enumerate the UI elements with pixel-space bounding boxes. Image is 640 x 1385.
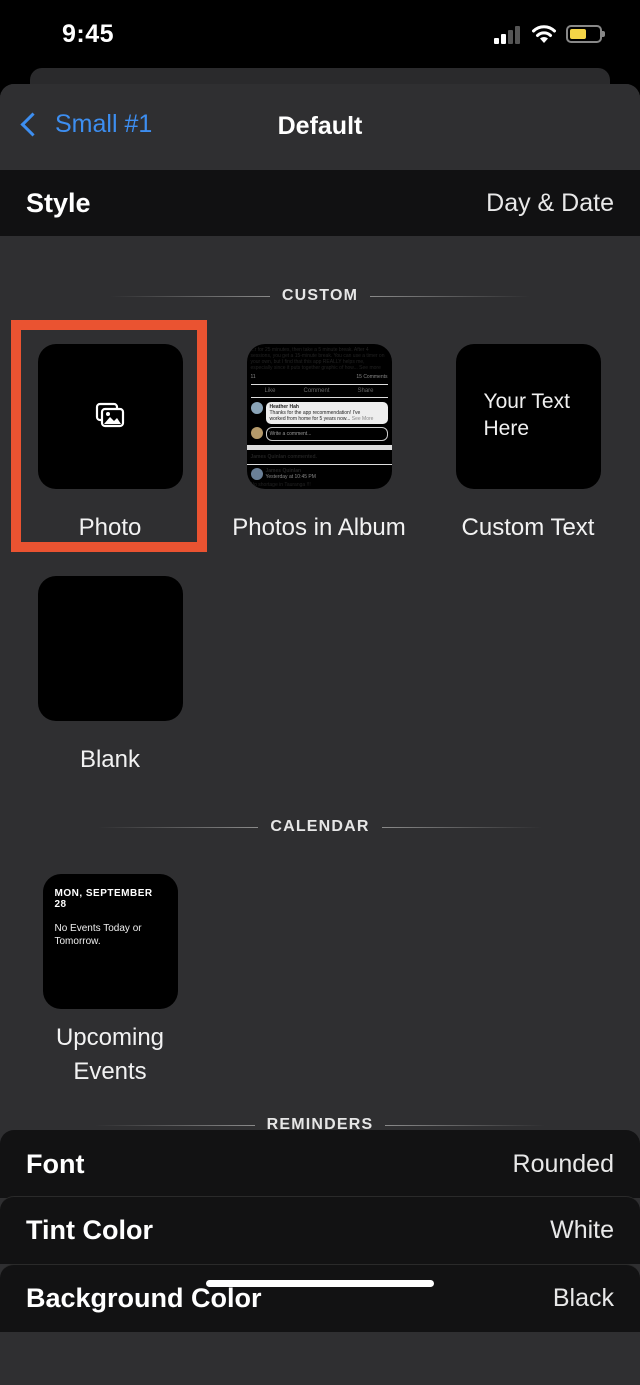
page-title: Default <box>277 112 363 140</box>
background-color-label: Background Color <box>26 1283 262 1313</box>
custom-text-preview: Your Text Here <box>483 390 570 440</box>
tile-label-photos-in-album: Photos in Album <box>232 514 406 541</box>
photo-thumbnail <box>37 344 183 489</box>
tile-blank[interactable]: Blank <box>5 576 215 777</box>
background-color-value: Black <box>552 1284 614 1312</box>
style-row[interactable]: Style Day & Date <box>0 170 640 236</box>
tile-label-photo: Photo <box>78 514 142 541</box>
font-row[interactable]: Font Rounded <box>0 1130 640 1198</box>
tile-label-upcoming-events: Upcoming Events <box>55 1024 165 1085</box>
modal-sheet: Small #1 Default Style Day & Date CUSTOM… <box>0 84 640 1385</box>
home-indicator[interactable] <box>206 1280 434 1287</box>
style-value: Day & Date <box>486 188 614 217</box>
tile-photo[interactable]: Photo <box>5 344 215 545</box>
tile-label-custom-text: Custom Text <box>461 514 595 541</box>
status-bar: 9:45 <box>0 0 640 70</box>
tile-upcoming-events[interactable]: MON, SEPTEMBER 28 No Events Today or Tom… <box>5 874 215 1089</box>
background-color-row[interactable]: Background Color Black <box>0 1264 640 1332</box>
tint-color-label: Tint Color <box>26 1215 153 1245</box>
battery-icon <box>566 25 605 43</box>
status-time: 9:45 <box>62 20 115 48</box>
tile-photos-in-album[interactable]: ...r for 25 minutes, then take a 5 minut… <box>214 344 424 545</box>
navigation-bar: Small #1 Default <box>0 84 640 170</box>
wifi-icon <box>532 25 556 43</box>
font-label: Font <box>26 1148 85 1179</box>
calendar-preview: MON, SEPTEMBER 28 No Events Today or Tom… <box>42 874 178 1009</box>
tile-custom-text[interactable]: Your Text Here Custom Text <box>423 344 633 545</box>
font-value: Rounded <box>512 1149 614 1178</box>
bottom-area <box>0 1332 640 1385</box>
photos-icon <box>95 402 124 428</box>
blank-thumbnail <box>37 576 183 721</box>
section-title-custom: CUSTOM <box>281 287 359 304</box>
tile-label-blank: Blank <box>79 746 141 773</box>
album-preview: ...r for 25 minutes, then take a 5 minut… <box>246 344 392 489</box>
style-label: Style <box>26 187 91 218</box>
tint-color-value: White <box>550 1216 614 1244</box>
cellular-signal-icon <box>494 26 522 44</box>
section-header-custom: CUSTOM <box>0 284 640 308</box>
tint-color-row[interactable]: Tint Color White <box>0 1196 640 1264</box>
custom-text-thumbnail: Your Text Here <box>455 344 601 489</box>
section-header-calendar: CALENDAR <box>0 815 640 839</box>
section-title-calendar: CALENDAR <box>270 818 370 835</box>
